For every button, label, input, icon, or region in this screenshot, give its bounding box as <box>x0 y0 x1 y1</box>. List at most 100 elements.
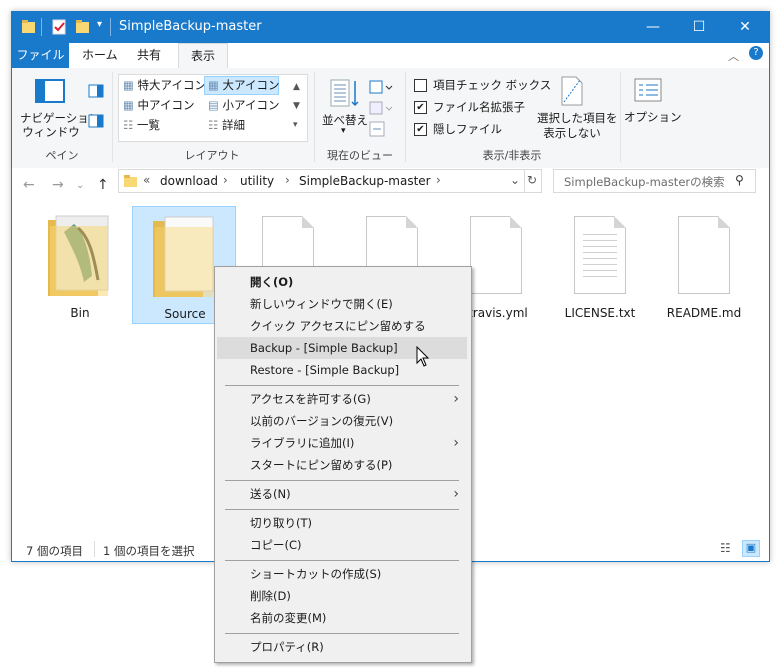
size-columns-icon[interactable] <box>369 121 385 137</box>
breadcrumb-download[interactable]: download <box>160 174 218 188</box>
list-item[interactable]: LICENSE.txt <box>548 206 652 324</box>
menu-give-access[interactable]: アクセスを許可する(G) › <box>217 388 467 410</box>
hidden-items-label[interactable]: 隠しファイル <box>433 121 502 137</box>
tab-share[interactable]: 共有 <box>125 43 173 68</box>
refresh-icon[interactable]: ↻ <box>527 173 537 187</box>
layout-large[interactable]: ▦ 大アイコン <box>204 76 279 95</box>
menu-delete[interactable]: 削除(D) <box>217 585 467 607</box>
list-item[interactable]: README.md <box>652 206 756 324</box>
context-menu: 開く(O) 新しいウィンドウで開く(E) クイック アクセスにピン留めする Ba… <box>214 266 472 663</box>
menu-properties[interactable]: プロパティ(R) <box>217 636 467 658</box>
item-count: 7 個の項目 <box>26 544 83 558</box>
title-bar[interactable]: ▾ SimpleBackup-master — ☐ ✕ <box>12 12 769 43</box>
maximize-button[interactable]: ☐ <box>676 12 722 43</box>
tab-view[interactable]: 表示 <box>178 43 229 69</box>
customize-qat-icon[interactable]: ▾ <box>97 19 102 30</box>
sort-dropdown-icon[interactable]: ▾ <box>341 126 346 136</box>
options-icon[interactable] <box>634 78 662 102</box>
submenu-arrow-icon: › <box>453 486 459 502</box>
properties-icon[interactable] <box>50 18 68 36</box>
menu-open[interactable]: 開く(O) <box>217 271 467 293</box>
list-item[interactable]: Bin <box>28 206 132 324</box>
layout-medium[interactable]: ▦ 中アイコン <box>123 97 194 113</box>
layout-small[interactable]: ▤ 小アイコン <box>208 97 279 113</box>
navigation-pane-icon[interactable] <box>35 79 65 105</box>
file-icon <box>470 216 522 294</box>
search-input[interactable]: SimpleBackup-masterの検索 ⚲ <box>553 169 756 193</box>
breadcrumb-current[interactable]: SimpleBackup-master <box>299 174 431 188</box>
showhide-group-label: 表示/非表示 <box>482 149 542 162</box>
help-icon[interactable]: ? <box>749 46 763 60</box>
tab-home[interactable]: ホーム <box>70 43 130 68</box>
text-file-icon <box>574 216 626 294</box>
file-icon <box>678 216 730 294</box>
gallery-scroll-icon[interactable]: ▲ ▼ ▾ <box>293 78 300 135</box>
up-button[interactable]: ↑ <box>97 177 109 193</box>
file-extensions-checkbox[interactable]: ✔ <box>414 101 427 114</box>
ribbon-view: ナビゲーション ウィンドウ ペイン ▦ 特大アイコン ▦ 大アイコン ▦ 中アイ… <box>12 68 769 169</box>
cursor-icon <box>416 346 430 367</box>
pane-group-label: ペイン <box>45 149 79 162</box>
submenu-arrow-icon: › <box>453 435 459 451</box>
address-dropdown-icon[interactable]: ⌄ <box>510 173 520 187</box>
chevron-right-icon[interactable]: › <box>223 173 228 187</box>
address-bar[interactable]: « download › utility › SimpleBackup-mast… <box>118 169 542 193</box>
menu-pin-quick-access[interactable]: クイック アクセスにピン留めする <box>217 315 467 337</box>
hide-selected-label[interactable]: 選択した項目を <box>537 110 618 126</box>
search-placeholder: SimpleBackup-masterの検索 <box>564 175 725 189</box>
item-label: LICENSE.txt <box>564 306 636 320</box>
layout-details[interactable]: ☷ 詳細 <box>208 117 245 133</box>
layout-list[interactable]: ☷ 一覧 <box>123 117 160 133</box>
hidden-items-checkbox[interactable]: ✔ <box>414 123 427 136</box>
options-label[interactable]: オプション <box>624 109 682 125</box>
details-pane-icon[interactable] <box>88 114 104 128</box>
chevron-right-icon[interactable]: › <box>285 173 290 187</box>
submenu-arrow-icon: › <box>453 391 459 407</box>
menu-add-library[interactable]: ライブラリに追加(I) › <box>217 432 467 454</box>
group-by-icon[interactable] <box>369 80 393 94</box>
item-checkboxes-checkbox[interactable] <box>414 79 427 92</box>
close-button[interactable]: ✕ <box>722 12 768 43</box>
hide-selected-label-2[interactable]: 表示しない <box>537 125 607 141</box>
back-button[interactable]: ← <box>23 177 35 193</box>
file-extensions-label[interactable]: ファイル名拡張子 <box>433 99 525 115</box>
current-view-group-label: 現在のビュー <box>327 149 393 162</box>
recent-locations-icon[interactable]: ⌄ <box>76 180 84 191</box>
forward-button[interactable]: → <box>52 177 64 193</box>
menu-pin-start[interactable]: スタートにピン留めする(P) <box>217 454 467 476</box>
menu-create-shortcut[interactable]: ショートカットの作成(S) <box>217 563 467 585</box>
navigation-pane-label-2[interactable]: ウィンドウ <box>20 124 82 140</box>
folder-icon <box>153 216 214 297</box>
window-title: SimpleBackup-master <box>119 19 262 34</box>
menu-open-new-window[interactable]: 新しいウィンドウで開く(E) <box>217 293 467 315</box>
details-view-icon[interactable]: ☷ <box>720 541 738 557</box>
breadcrumb-utility[interactable]: utility <box>240 174 274 188</box>
folder-icon <box>48 215 109 296</box>
item-label: Bin <box>70 306 90 320</box>
folder-icon <box>124 175 137 187</box>
folder-app-icon <box>22 20 35 33</box>
large-icons-view-icon[interactable]: ▣ <box>742 540 760 557</box>
tab-file[interactable]: ファイル <box>12 43 69 68</box>
menu-cut[interactable]: 切り取り(T) <box>217 512 467 534</box>
preview-pane-icon[interactable] <box>88 84 104 98</box>
menu-copy[interactable]: コピー(C) <box>217 534 467 556</box>
collapse-ribbon-icon[interactable]: ︿ <box>728 48 739 64</box>
selected-count: 1 個の項目を選択 <box>103 544 195 558</box>
new-folder-icon[interactable] <box>74 18 92 36</box>
item-label: README.md <box>666 306 742 320</box>
sort-by-icon[interactable] <box>330 78 360 110</box>
layout-group-label: レイアウト <box>184 149 240 162</box>
item-checkboxes-label[interactable]: 項目チェック ボックス <box>433 77 551 93</box>
ribbon-tabs: ファイル ホーム 共有 表示 ︿ ? <box>12 43 769 69</box>
menu-send-to[interactable]: 送る(N) › <box>217 483 467 505</box>
menu-restore-previous[interactable]: 以前のバージョンの復元(V) <box>217 410 467 432</box>
chevron-right-icon[interactable]: › <box>436 173 441 187</box>
hide-selected-icon[interactable] <box>560 76 584 106</box>
layout-extra-large[interactable]: ▦ 特大アイコン <box>123 77 206 93</box>
search-icon[interactable]: ⚲ <box>735 173 744 187</box>
minimize-button[interactable]: — <box>630 12 676 43</box>
menu-rename[interactable]: 名前の変更(M) <box>217 607 467 629</box>
add-columns-icon[interactable] <box>369 101 393 115</box>
overflow-chevron-icon[interactable]: « <box>143 173 150 187</box>
